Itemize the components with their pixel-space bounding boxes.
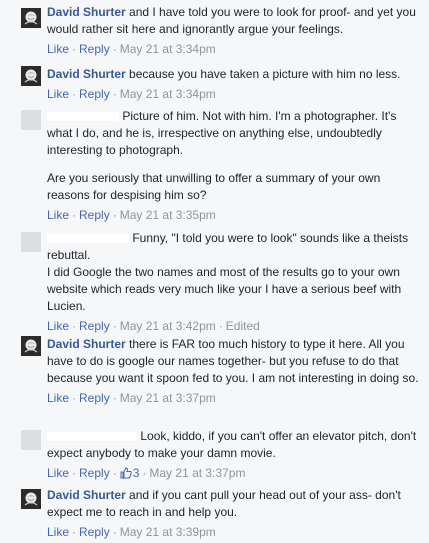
comment-actions: Like · Reply · May 21 at 3:34pm: [47, 87, 216, 101]
like-link[interactable]: Like: [47, 87, 69, 101]
like-count[interactable]: 3: [120, 466, 139, 480]
timestamp[interactable]: May 21 at 3:39pm: [120, 525, 216, 539]
author-name[interactable]: David Shurter: [47, 488, 126, 502]
redacted-author-name: [47, 234, 129, 244]
avatar[interactable]: [21, 489, 41, 509]
comment-text-paragraph-2: Are you seriously that unwilling to offe…: [47, 171, 381, 202]
rose-avatar-icon: [21, 8, 41, 28]
timestamp[interactable]: May 21 at 3:37pm: [149, 466, 245, 480]
comment-text: Picture of him. Not with him. I'm a phot…: [47, 108, 422, 159]
comment-actions: Like · Reply · May 21 at 3:39pm: [47, 525, 216, 539]
comment-text: David Shurter because you have taken a p…: [47, 66, 422, 83]
like-link[interactable]: Like: [47, 391, 69, 405]
reply-link[interactable]: Reply: [79, 87, 110, 101]
like-link[interactable]: Like: [47, 319, 69, 333]
reply-link[interactable]: Reply: [79, 319, 110, 333]
comment-message: because you have taken a picture with hi…: [129, 67, 401, 81]
avatar[interactable]: [21, 430, 41, 450]
rose-avatar-icon: [21, 489, 41, 509]
thumbs-up-icon: [120, 467, 132, 479]
avatar[interactable]: [21, 66, 41, 86]
avatar[interactable]: [21, 336, 41, 356]
timestamp[interactable]: May 21 at 3:42pm: [120, 319, 216, 333]
redacted-author-name: [47, 112, 119, 122]
reply-link[interactable]: Reply: [79, 208, 110, 222]
avatar[interactable]: [21, 232, 41, 252]
comment-actions: Like · Reply · 3 · May 21 at 3:37pm: [47, 466, 246, 480]
author-name[interactable]: David Shurter: [47, 5, 126, 19]
like-link[interactable]: Like: [47, 208, 69, 222]
comment-text: David Shurter and I have told you were t…: [47, 4, 422, 38]
comment-text: David Shurter and if you cant pull your …: [47, 487, 422, 521]
edited-label[interactable]: Edited: [226, 319, 260, 333]
author-name[interactable]: David Shurter: [47, 337, 126, 351]
comment-text: David Shurter there is FAR too much hist…: [47, 336, 422, 387]
timestamp[interactable]: May 21 at 3:34pm: [120, 42, 216, 56]
comment-actions: Like · Reply · May 21 at 3:37pm: [47, 391, 216, 405]
comment-actions: Like · Reply · May 21 at 3:35pm: [47, 208, 216, 222]
avatar[interactable]: [21, 8, 41, 28]
reply-link[interactable]: Reply: [79, 391, 110, 405]
author-name[interactable]: David Shurter: [47, 67, 126, 81]
reply-link[interactable]: Reply: [79, 525, 110, 539]
reply-link[interactable]: Reply: [79, 466, 110, 480]
comment-text-paragraph-2: I did Google the two names and most of t…: [47, 265, 402, 313]
comment-actions: Like · Reply · May 21 at 3:34pm: [47, 42, 216, 56]
redacted-author-name: [47, 432, 137, 442]
timestamp[interactable]: May 21 at 3:34pm: [120, 87, 216, 101]
comment-text: Look, kiddo, if you can't offer an eleva…: [47, 428, 422, 462]
timestamp[interactable]: May 21 at 3:35pm: [120, 208, 216, 222]
like-link[interactable]: Like: [47, 42, 69, 56]
avatar[interactable]: [21, 110, 41, 130]
comment-text: Funny, "I told you were to look" sounds …: [47, 230, 422, 264]
rose-avatar-icon: [21, 66, 41, 86]
rose-avatar-icon: [21, 336, 41, 356]
like-link[interactable]: Like: [47, 466, 69, 480]
reply-link[interactable]: Reply: [79, 42, 110, 56]
timestamp[interactable]: May 21 at 3:37pm: [120, 391, 216, 405]
like-link[interactable]: Like: [47, 525, 69, 539]
comment-actions: Like · Reply · May 21 at 3:42pm · Edited: [47, 319, 260, 333]
